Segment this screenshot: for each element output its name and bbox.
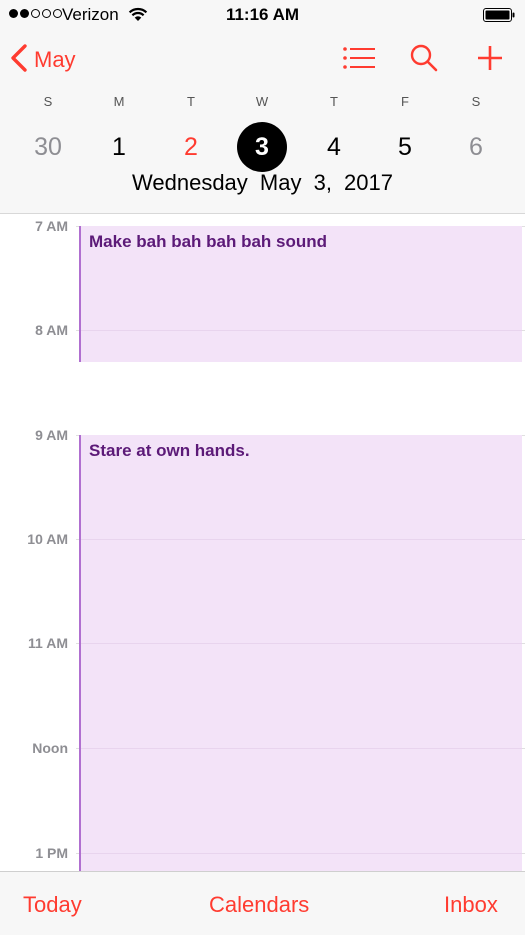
weekday-letter: T — [330, 94, 338, 109]
list-icon[interactable] — [343, 46, 376, 75]
search-icon[interactable] — [410, 44, 438, 77]
hour-label: 8 AM — [35, 322, 68, 338]
add-event-icon[interactable] — [476, 44, 504, 77]
hour-label: 10 AM — [27, 531, 68, 547]
inbox-button[interactable]: Inbox — [444, 892, 498, 918]
today-button[interactable]: Today — [23, 892, 82, 918]
date-number: 5 — [398, 133, 412, 161]
event-title: Make bah bah bah bah sound — [89, 232, 328, 251]
selected-date-label: Wednesday May 3, 2017 — [132, 170, 393, 195]
battery-icon — [483, 8, 515, 22]
status-time: 11:16 AM — [225, 5, 300, 24]
calendar-header: Verizon 11:16 AM May S 30 M 1 T 2 W 3 T … — [0, 0, 525, 214]
hour-label: 1 PM — [35, 845, 68, 861]
calendar-event[interactable]: Make bah bah bah bah sound — [79, 226, 522, 362]
weekday-letter: T — [187, 94, 195, 109]
day-friday[interactable]: F 5 — [375, 94, 435, 172]
back-to-month-button[interactable]: May — [10, 42, 76, 78]
date-number: 30 — [34, 133, 62, 161]
bottom-toolbar: Today Calendars Inbox — [0, 871, 525, 935]
weekday-letter: M — [113, 94, 125, 109]
hour-label: 11 AM — [28, 635, 68, 651]
event-title: Stare at own hands. — [89, 441, 250, 460]
day-tuesday[interactable]: T 2 — [161, 94, 221, 172]
hour-label: Noon — [32, 740, 68, 756]
weekday-letter: W — [255, 94, 269, 109]
weekday-letter: S — [43, 94, 53, 109]
day-timeline[interactable]: 7 AM 8 AM 9 AM 10 AM 11 AM Noon 1 PM Mak… — [0, 214, 525, 871]
navigation-bar: May — [0, 38, 525, 82]
date-number: 1 — [112, 133, 126, 161]
date-number: 4 — [327, 133, 341, 161]
chevron-left-icon — [10, 43, 28, 78]
calendar-event[interactable]: Stare at own hands. — [79, 435, 522, 871]
day-thursday[interactable]: T 4 — [304, 94, 364, 172]
day-monday[interactable]: M 1 — [89, 94, 149, 172]
hour-label: 7 AM — [35, 218, 68, 234]
weekday-letter: F — [401, 94, 409, 109]
weekday-letter: S — [471, 94, 481, 109]
status-bar: Verizon 11:16 AM — [0, 0, 525, 30]
hour-label: 9 AM — [35, 427, 68, 443]
date-number: 6 — [469, 133, 483, 161]
date-number-today: 2 — [184, 133, 198, 161]
day-wednesday[interactable]: W 3 — [232, 94, 292, 172]
day-sunday[interactable]: S 30 — [18, 94, 78, 172]
date-number-selected: 3 — [237, 122, 287, 172]
back-button-label: May — [34, 47, 76, 72]
day-saturday[interactable]: S 6 — [446, 94, 506, 172]
calendars-button[interactable]: Calendars — [209, 892, 309, 918]
